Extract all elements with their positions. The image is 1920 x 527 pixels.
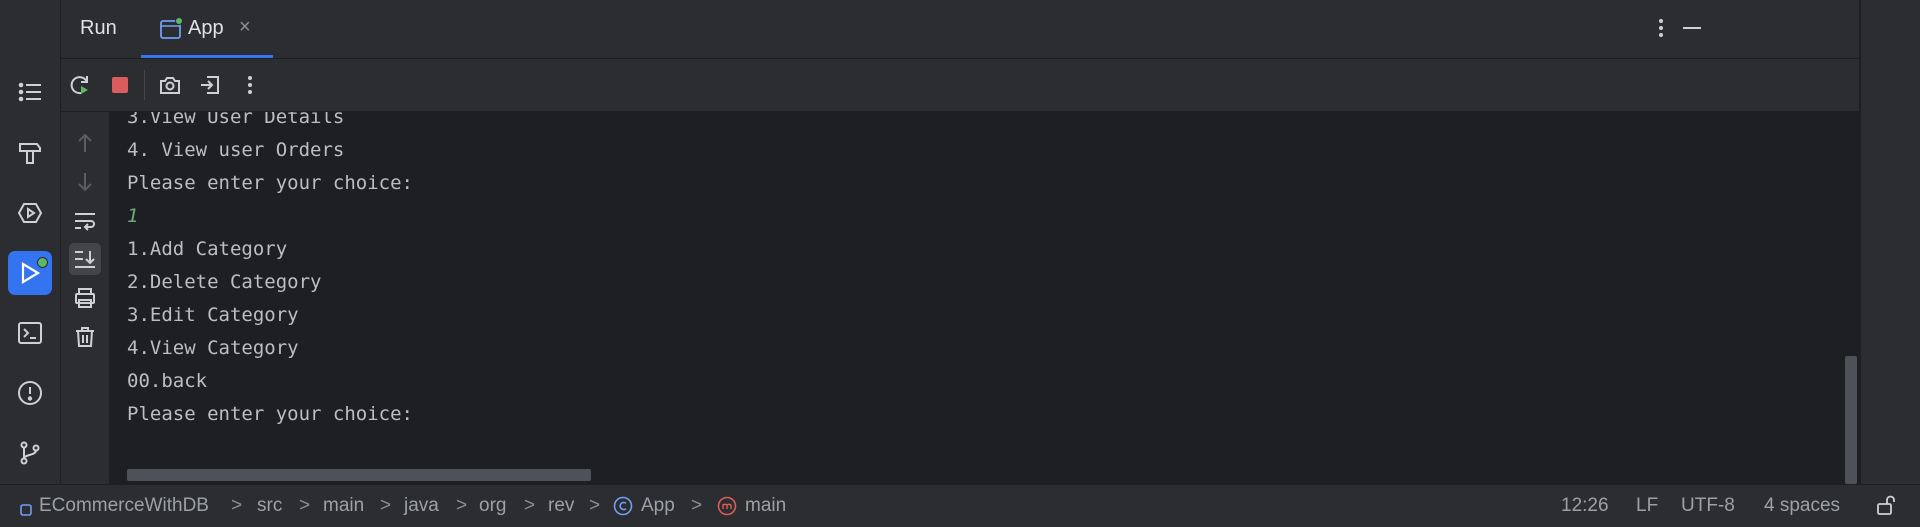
console-line: 4. View user Orders (127, 139, 345, 161)
down-arrow-icon[interactable] (69, 166, 101, 198)
console-line: 3.View User Details (127, 112, 345, 128)
console-output[interactable]: 3.View User Details 4. View user Orders … (109, 112, 1859, 484)
run-tool-window-header: Run App × (61, 0, 1859, 59)
build-icon[interactable] (8, 131, 52, 175)
line-ending[interactable]: LF (1636, 495, 1658, 517)
console-line: 2.Delete Category (127, 271, 322, 293)
console-actions (61, 112, 109, 484)
indent-setting[interactable]: 4 spaces (1764, 495, 1840, 517)
breadcrumb-src[interactable]: src (257, 495, 282, 517)
console-line: Please enter your choice: (127, 172, 413, 194)
breadcrumb-org[interactable]: org (479, 495, 506, 517)
breadcrumb-project[interactable]: ECommerceWithDB (39, 495, 209, 517)
problems-icon[interactable] (8, 371, 52, 415)
tab-label: App (188, 17, 224, 39)
console-line: Please enter your choice: (127, 403, 413, 425)
horizontal-scrollbar[interactable] (127, 469, 591, 481)
stop-icon[interactable] (106, 71, 134, 99)
breadcrumb-separator: > (456, 495, 468, 516)
breadcrumb-separator: > (691, 495, 703, 516)
scroll-to-end-icon[interactable] (69, 243, 101, 275)
minimize-icon[interactable] (1678, 14, 1706, 42)
caret-position[interactable]: 12:26 (1561, 495, 1609, 517)
right-tool-stripe (1860, 0, 1920, 484)
console-line: 4.View Category (127, 337, 299, 359)
structure-icon[interactable] (8, 70, 52, 114)
console-line: 1.Add Category (127, 238, 288, 260)
application-icon (160, 17, 183, 39)
breadcrumb-method[interactable]: main (745, 495, 786, 517)
terminal-icon[interactable] (8, 311, 52, 355)
breadcrumb-java[interactable]: java (404, 495, 439, 517)
running-indicator (37, 257, 48, 268)
tab-selected-indicator (141, 55, 273, 58)
tool-window-title: Run (80, 17, 117, 39)
print-icon[interactable] (69, 282, 101, 314)
file-encoding[interactable]: UTF-8 (1681, 495, 1735, 517)
more-options-icon[interactable] (1647, 14, 1675, 42)
breadcrumb-separator: > (589, 495, 601, 516)
breadcrumb-separator: > (231, 495, 243, 516)
run-icon[interactable] (8, 251, 52, 295)
breadcrumb-separator: > (299, 495, 311, 516)
clear-icon[interactable] (69, 321, 101, 353)
tab-app[interactable]: App × (141, 0, 273, 58)
module-icon (20, 500, 32, 522)
breadcrumb-main[interactable]: main (323, 495, 364, 517)
services-icon[interactable] (8, 191, 52, 235)
close-icon[interactable]: × (239, 16, 251, 39)
console-user-input: 1 (127, 205, 139, 227)
vertical-scrollbar[interactable] (1845, 356, 1857, 484)
toolbar-separator (144, 70, 145, 100)
up-arrow-icon[interactable] (69, 127, 101, 159)
git-icon[interactable] (8, 431, 52, 475)
rerun-icon[interactable] (66, 71, 94, 99)
run-toolbar (61, 59, 1859, 112)
console-line: 3.Edit Category (127, 304, 299, 326)
breadcrumb-separator: > (524, 495, 536, 516)
lock-icon[interactable] (1875, 494, 1897, 522)
console-line: 00.back (127, 370, 208, 392)
left-tool-stripe (0, 0, 61, 484)
class-icon (613, 496, 633, 522)
more-icon[interactable] (236, 71, 264, 99)
status-bar: ECommerceWithDB > src > main > java > or… (0, 484, 1920, 527)
breadcrumb-separator: > (380, 495, 392, 516)
breadcrumb-rev[interactable]: rev (548, 495, 574, 517)
exit-icon[interactable] (196, 71, 224, 99)
breadcrumb-class[interactable]: App (641, 495, 675, 517)
method-icon (717, 496, 737, 522)
soft-wrap-icon[interactable] (69, 205, 101, 237)
screenshot-icon[interactable] (156, 71, 184, 99)
